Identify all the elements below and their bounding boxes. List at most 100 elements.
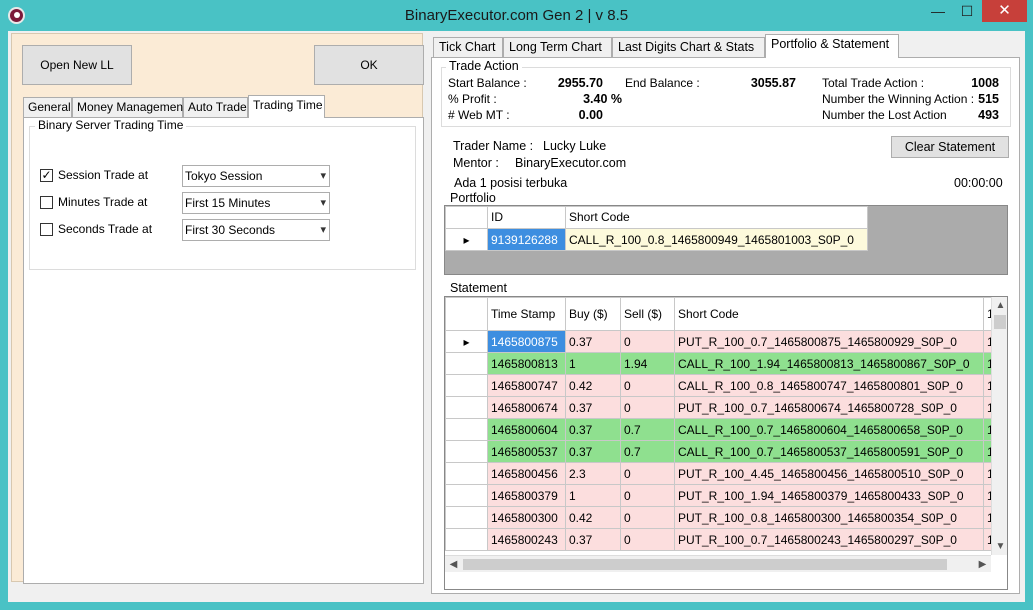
sell-cell[interactable]: 0 <box>620 330 675 353</box>
short-code-cell[interactable]: PUT_R_100_1.94_1465800379_1465800433_S0P… <box>674 484 984 507</box>
lost-label: Number the Lost Action <box>822 108 947 122</box>
statement-row[interactable]: ▸ 1465800875 0.37 0 PUT_R_100_0.7_1465800875… <box>445 330 998 353</box>
clear-statement-button[interactable]: Clear Statement <box>891 136 1009 158</box>
mentor-label: Mentor : <box>453 156 499 170</box>
sell-cell[interactable]: 0.7 <box>620 418 675 441</box>
col-buy[interactable]: Buy ($) <box>565 297 621 331</box>
scroll-left-icon[interactable]: ◀ <box>445 556 462 573</box>
short-code-cell[interactable]: PUT_R_100_0.7_1465800674_1465800728_S0P_… <box>674 396 984 419</box>
portfolio-row[interactable]: ▸ 9139126288 CALL_R_100_0.8_1465800949_1… <box>445 228 868 251</box>
statement-grid[interactable]: Time Stamp Buy ($) Sell ($) Short Code 1… <box>444 296 1008 590</box>
statement-row[interactable]: 1465800537 0.37 0.7 CALL_R_100_0.7_14658005… <box>445 440 998 463</box>
buy-cell[interactable]: 1 <box>565 352 621 375</box>
statement-row[interactable]: 1465800747 0.42 0 CALL_R_100_0.8_1465800747… <box>445 374 998 397</box>
statement-row[interactable]: 1465800674 0.37 0 PUT_R_100_0.7_1465800674_… <box>445 396 998 419</box>
timestamp-cell[interactable]: 1465800604 <box>487 418 566 441</box>
buy-cell[interactable]: 0.37 <box>565 528 621 551</box>
buy-cell[interactable]: 0.42 <box>565 506 621 529</box>
end-balance-label: End Balance : <box>625 76 700 90</box>
scroll-up-icon[interactable]: ▲ <box>992 297 1007 314</box>
sell-cell[interactable]: 0.7 <box>620 440 675 463</box>
minutes-select[interactable]: First 15 Minutes ▾ <box>182 192 330 214</box>
statement-row[interactable]: 1465800300 0.42 0 PUT_R_100_0.8_1465800300_… <box>445 506 998 529</box>
scroll-right-icon[interactable]: ▶ <box>974 556 991 573</box>
col-short-code[interactable]: Short Code <box>674 297 984 331</box>
portfolio-col-id[interactable]: ID <box>487 206 566 229</box>
timestamp-cell[interactable]: 1465800456 <box>487 462 566 485</box>
buy-cell[interactable]: 0.37 <box>565 440 621 463</box>
short-code-cell[interactable]: CALL_R_100_0.8_1465800747_1465800801_S0P… <box>674 374 984 397</box>
tab-auto-trade[interactable]: Auto Trade <box>183 97 248 117</box>
tab-long-term-chart[interactable]: Long Term Chart <box>503 37 612 57</box>
short-code-cell[interactable]: CALL_R_100_1.94_1465800813_1465800867_S0… <box>674 352 984 375</box>
timestamp-cell[interactable]: 1465800813 <box>487 352 566 375</box>
timestamp-cell[interactable]: 1465800243 <box>487 528 566 551</box>
statement-row[interactable]: 1465800813 1 1.94 CALL_R_100_1.94_146580081… <box>445 352 998 375</box>
portfolio-header-row: ID Short Code <box>445 206 868 229</box>
portfolio-col-short-code[interactable]: Short Code <box>565 206 868 229</box>
session-trade-checkbox[interactable]: ✓ <box>40 169 53 182</box>
row-header <box>445 352 488 375</box>
buy-cell[interactable]: 1 <box>565 484 621 507</box>
statement-row[interactable]: 1465800604 0.37 0.7 CALL_R_100_0.7_14658006… <box>445 418 998 441</box>
trading-time-group: Binary Server Trading Time ✓ Session Tra… <box>29 118 416 270</box>
vertical-scroll-thumb[interactable] <box>994 315 1006 329</box>
timestamp-cell[interactable]: 1465800537 <box>487 440 566 463</box>
statement-horizontal-scrollbar[interactable]: ◀ ▶ <box>445 555 991 572</box>
short-code-cell[interactable]: PUT_R_100_0.7_1465800875_1465800929_S0P_… <box>674 330 984 353</box>
short-code-cell[interactable]: PUT_R_100_0.8_1465800300_1465800354_S0P_… <box>674 506 984 529</box>
sell-cell[interactable]: 0 <box>620 528 675 551</box>
buy-cell[interactable]: 0.37 <box>565 330 621 353</box>
tab-trading-time[interactable]: Trading Time <box>248 95 325 118</box>
timestamp-cell[interactable]: 1465800875 <box>487 330 566 353</box>
statement-vertical-scrollbar[interactable]: ▲ ▼ <box>991 297 1007 555</box>
tab-tick-chart[interactable]: Tick Chart <box>433 37 503 57</box>
session-select[interactable]: Tokyo Session ▾ <box>182 165 330 187</box>
timestamp-cell[interactable]: 1465800674 <box>487 396 566 419</box>
close-button[interactable]: ✕ <box>982 0 1027 22</box>
seconds-select[interactable]: First 30 Seconds ▾ <box>182 219 330 241</box>
sell-cell[interactable]: 0 <box>620 484 675 507</box>
short-code-cell[interactable]: PUT_R_100_4.45_1465800456_1465800510_S0P… <box>674 462 984 485</box>
statement-table: Time Stamp Buy ($) Sell ($) Short Code 1… <box>445 297 998 551</box>
sell-cell[interactable]: 1.94 <box>620 352 675 375</box>
horizontal-scroll-thumb[interactable] <box>463 559 947 570</box>
short-code-cell[interactable]: CALL_R_100_0.7_1465800537_1465800591_S0P… <box>674 440 984 463</box>
statement-row[interactable]: 1465800243 0.37 0 PUT_R_100_0.7_1465800243_… <box>445 528 998 551</box>
col-time-stamp[interactable]: Time Stamp <box>487 297 566 331</box>
buy-cell[interactable]: 2.3 <box>565 462 621 485</box>
timestamp-cell[interactable]: 1465800379 <box>487 484 566 507</box>
short-code-cell[interactable]: CALL_R_100_0.7_1465800604_1465800658_S0P… <box>674 418 984 441</box>
title-bar[interactable]: BinaryExecutor.com Gen 2 | v 8.5 — ☐ ✕ <box>0 0 1033 31</box>
tab-general[interactable]: General <box>23 97 72 117</box>
portfolio-id-cell[interactable]: 9139126288 <box>487 228 566 251</box>
timestamp-cell[interactable]: 1465800747 <box>487 374 566 397</box>
end-balance-value: 3055.87 <box>750 76 796 90</box>
sell-cell[interactable]: 0 <box>620 506 675 529</box>
statement-row[interactable]: 1465800379 1 0 PUT_R_100_1.94_1465800379_14… <box>445 484 998 507</box>
sell-cell[interactable]: 0 <box>620 374 675 397</box>
sell-cell[interactable]: 0 <box>620 462 675 485</box>
col-sell[interactable]: Sell ($) <box>620 297 675 331</box>
buy-cell[interactable]: 0.37 <box>565 396 621 419</box>
minutes-trade-checkbox[interactable] <box>40 196 53 209</box>
portfolio-code-cell[interactable]: CALL_R_100_0.8_1465800949_1465801003_S0P… <box>565 228 868 251</box>
sell-cell[interactable]: 0 <box>620 396 675 419</box>
buy-cell[interactable]: 0.42 <box>565 374 621 397</box>
seconds-trade-checkbox[interactable] <box>40 223 53 236</box>
buy-cell[interactable]: 0.37 <box>565 418 621 441</box>
maximize-button[interactable]: ☐ <box>953 0 981 22</box>
minimize-button[interactable]: — <box>924 0 952 22</box>
row-header: ▸ <box>445 330 488 353</box>
tab-money-management[interactable]: Money Management <box>72 97 186 117</box>
short-code-cell[interactable]: PUT_R_100_0.7_1465800243_1465800297_S0P_… <box>674 528 984 551</box>
ok-button[interactable]: OK <box>314 45 424 85</box>
tab-last-digits[interactable]: Last Digits Chart & Stats <box>612 37 765 57</box>
scroll-down-icon[interactable]: ▼ <box>992 538 1007 555</box>
row-pointer-icon: ▸ <box>445 228 488 251</box>
timestamp-cell[interactable]: 1465800300 <box>487 506 566 529</box>
statement-row[interactable]: 1465800456 2.3 0 PUT_R_100_4.45_1465800456_… <box>445 462 998 485</box>
open-new-ll-button[interactable]: Open New LL <box>22 45 132 85</box>
portfolio-grid[interactable]: ID Short Code ▸ 9139126288 CALL_R_100_0.… <box>444 205 1008 275</box>
tab-portfolio-statement[interactable]: Portfolio & Statement <box>765 34 899 58</box>
